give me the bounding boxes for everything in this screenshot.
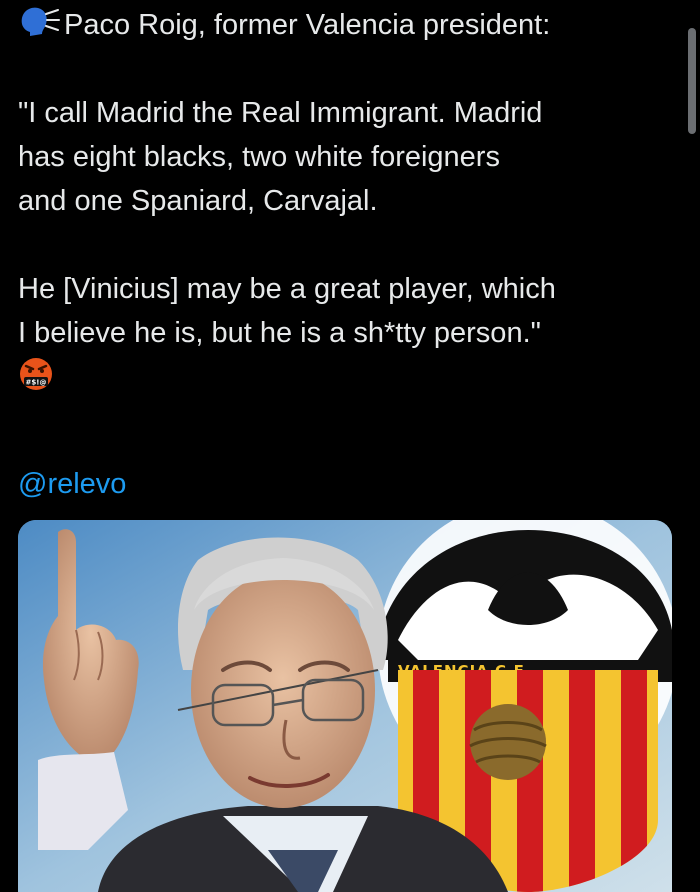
emoji-symbols-label: #$!@ [26,379,47,387]
tweet-emoji-line: #$!@ [18,355,670,399]
tweet-line-1-text: Paco Roig, former Valencia president: [64,9,551,41]
speaking-head-icon [18,4,60,40]
tweet-body: Paco Roig, former Valencia president: "I… [18,0,670,399]
tweet-line-4: and one Spaniard, Carvajal. [18,185,378,217]
source-handle-link[interactable]: @relevo [18,466,126,502]
angry-face-with-symbols-icon: #$!@ [18,356,54,392]
tweet-text: Paco Roig, former Valencia president: "I… [18,3,670,399]
scrollbar-thumb[interactable] [688,28,696,134]
tweet-line-5: He [Vinicius] may be a great player, whi… [18,273,556,305]
tweet-line-3: has eight blacks, two white foreigners [18,141,500,173]
tweet-line-2: "I call Madrid the Real Immigrant. Madri… [18,97,543,129]
tweet-photo[interactable]: VALENCIA C.F. [18,520,672,892]
tweet-line-6: I believe he is, but he is a sh*tty pers… [18,317,541,349]
tweet-line-1: Paco Roig, former Valencia president: [18,3,670,47]
